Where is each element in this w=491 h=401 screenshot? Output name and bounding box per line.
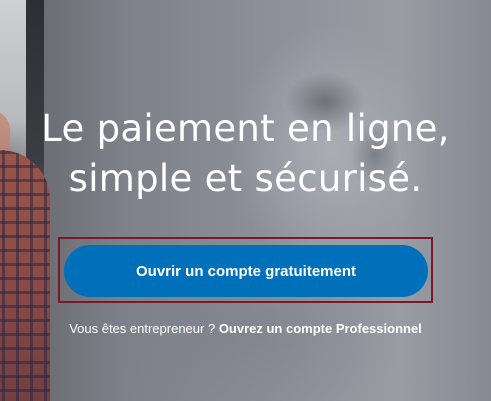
open-business-account-link[interactable]: Ouvrez un compte Professionnel	[219, 321, 422, 336]
hero-banner: Le paiement en ligne, simple et sécurisé…	[0, 0, 491, 401]
business-prompt-text: Vous êtes entrepreneur ?	[69, 321, 216, 336]
hero-headline-line-1: Le paiement en ligne,	[41, 107, 450, 150]
business-account-prompt: Vous êtes entrepreneur ? Ouvrez un compt…	[0, 320, 491, 338]
open-free-account-label: Ouvrir un compte gratuitement	[135, 262, 357, 280]
hero-headline: Le paiement en ligne, simple et sécurisé…	[0, 104, 491, 204]
hero-headline-line-2: simple et sécurisé.	[68, 157, 423, 200]
open-free-account-button[interactable]: Ouvrir un compte gratuitement	[64, 245, 428, 297]
